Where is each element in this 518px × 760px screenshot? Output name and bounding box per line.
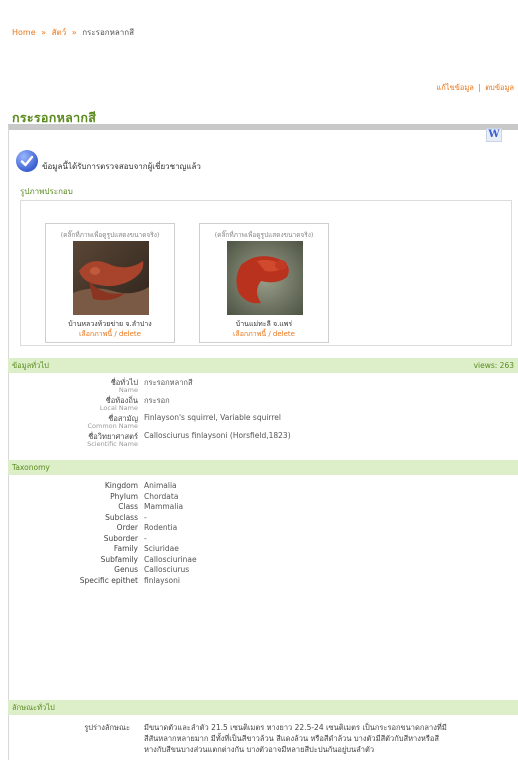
taxonomy-title: Taxonomy — [12, 463, 50, 472]
breadcrumb-home-link[interactable]: Home — [12, 28, 36, 37]
field-sublabel: Local Name — [99, 404, 138, 412]
basic-info-title: ข้อมูลทั่วไป — [12, 361, 49, 370]
views-count: views: 263 — [473, 361, 514, 370]
taxon-value: Mammalia — [144, 502, 184, 511]
taxon-value: finlaysoni — [144, 575, 180, 585]
taxon-value: Rodentia — [144, 523, 178, 532]
basic-info-table: ชื่อทั่วไป กระรอกหลากสี Name ชื่อท้องถิ่น… — [8, 377, 508, 449]
wiki-icon[interactable]: W — [486, 128, 502, 142]
taxon-value: Callosciurus — [144, 565, 190, 574]
verified-text: ข้อมูลนี้ได้รับการตรวจสอบจากผู้เชี่ยวชาญ… — [42, 161, 201, 171]
taxon-rank: Subfamily — [100, 554, 138, 564]
taxon-rank: Family — [113, 544, 138, 553]
taxon-rank: Class — [118, 502, 138, 511]
field-sublabel: Scientific Name — [87, 440, 138, 448]
taxonomy-table: Kingdom Animalia Phylum Chordata Class Mamm… — [8, 481, 508, 586]
breadcrumb-separator: » — [71, 28, 77, 37]
taxon-rank: Order — [116, 523, 138, 532]
edit-link[interactable]: แก้ไขข้อมูล — [436, 83, 473, 92]
photo-hint: (คลิ๊กที่ภาพเพื่อดูรูปแสดงขนาดจริง) — [214, 231, 314, 239]
photos-label: รูปภาพประกอบ — [20, 187, 73, 196]
field-sublabel: Common Name — [87, 422, 138, 430]
squirrel-photo[interactable] — [73, 241, 149, 315]
verified-notice: ข้อมูลนี้ได้รับการตรวจสอบจากผู้เชี่ยวชาญ… — [16, 148, 201, 174]
photo-hint: (คลิ๊กที่ภาพเพื่อดูรูปแสดงขนาดจริง) — [60, 231, 160, 239]
taxon-rank: Phylum — [110, 491, 138, 501]
breadcrumb: Home » สัตว์ » กระรอกหลากสี — [12, 26, 137, 39]
photo-gallery: (คลิ๊กที่ภาพเพื่อดูรูปแสดงขนาดจริง) บ้าน… — [20, 200, 512, 346]
breadcrumb-separator: » — [41, 28, 47, 37]
taxon-value: Chordata — [144, 491, 179, 501]
taxon-value: - — [144, 533, 147, 543]
characteristics-line: สีสันหลากหลายมาก มีทั้งที่เป็นสีขาวล้วน … — [144, 734, 439, 743]
characteristics-label: รูปร่างลักษณะ — [84, 723, 130, 732]
taxon-value: Sciuridae — [144, 544, 179, 553]
taxon-value: Callosciurinae — [144, 554, 197, 564]
taxon-rank: Kingdom — [104, 481, 138, 490]
breadcrumb-current: กระรอกหลากสี — [82, 28, 134, 37]
basic-info-header: ข้อมูลทั่วไป views: 263 — [8, 358, 518, 373]
top-links: แก้ไขข้อมูล | ตบข้อมูล — [436, 82, 514, 94]
checkmark-icon — [16, 150, 38, 172]
link-separator: | — [478, 83, 481, 92]
taxonomy-header: Taxonomy — [8, 460, 518, 475]
squirrel-photo[interactable] — [227, 241, 303, 315]
taxon-rank: Genus — [114, 565, 138, 574]
photo-action-link[interactable]: เลือกภาพนี้ / delete — [46, 329, 174, 340]
taxon-rank: Suborder — [103, 533, 138, 543]
photo-card: (คลิ๊กที่ภาพเพื่อดูรูปแสดงขนาดจริง) บ้าน… — [199, 223, 329, 343]
characteristics-line: มีขนาดตัวและลำตัว 21.5 เซนติเมตร หางยาว … — [144, 723, 447, 732]
characteristics-title: ลักษณะทั่วไป — [12, 703, 55, 712]
field-sublabel: Name — [118, 386, 138, 394]
taxon-value: Animalia — [144, 481, 177, 490]
taxon-rank: Specific epithet — [79, 575, 138, 585]
photo-card: (คลิ๊กที่ภาพเพื่อดูรูปแสดงขนาดจริง) บ้าน… — [45, 223, 175, 343]
photo-action-link[interactable]: เลือกภาพนี้ / delete — [200, 329, 328, 340]
characteristics-line: หางกับสีขนบางส่วนแตกต่างกัน บางตัวอาจมีห… — [144, 745, 375, 754]
field-value: Callosciurus finlaysoni (Horsfield,1823) — [144, 431, 291, 440]
discuss-link[interactable]: ตบข้อมูล — [485, 83, 514, 92]
characteristics-header: ลักษณะทั่วไป — [8, 700, 518, 715]
field-value: Finlayson's squirrel, Variable squirrel — [144, 413, 281, 422]
taxon-rank: Subclass — [105, 512, 138, 522]
breadcrumb-animals-link[interactable]: สัตว์ — [52, 28, 67, 37]
characteristics-text: มีขนาดตัวและลำตัว 21.5 เซนติเมตร หางยาว … — [144, 722, 510, 755]
taxon-value: - — [144, 512, 147, 522]
